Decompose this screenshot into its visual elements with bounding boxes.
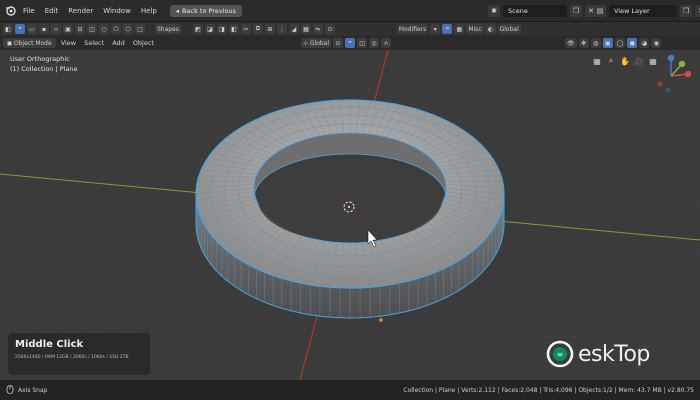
keycast-info: 2560x1440 / RAM 12GB / 2060s / 1060s / S…	[15, 355, 129, 360]
overlays-icon[interactable]: ◍	[590, 38, 601, 48]
new-scene-icon[interactable]: ❐	[570, 5, 582, 17]
keycast-key: Middle Click	[15, 339, 84, 350]
add-menu[interactable]: Add	[109, 39, 128, 47]
tool-header: ◧ ⌖ ▭ ▪ ▫ ▣ ⊟ ◫ ○ ⬠ ⬡ □ Shapes ◩ ◪ ◨ ◧ ✂…	[0, 22, 700, 36]
xray-icon[interactable]: ▣	[602, 38, 613, 48]
new-layer-icon[interactable]: ❐	[680, 5, 692, 17]
snap-toggle-icon[interactable]: ⌗	[442, 24, 453, 34]
misc-tab[interactable]: Misc	[466, 24, 484, 34]
camera-icon[interactable]: 🎥	[634, 56, 644, 66]
blender-logo-icon[interactable]	[4, 5, 16, 17]
orientation-icon: ⊹	[302, 39, 310, 47]
select-menu[interactable]: Select	[81, 39, 107, 47]
gizmo-icon[interactable]: ✥	[578, 38, 589, 48]
view-layer-selector: ▤ View Layer ❐ ✕	[594, 5, 700, 17]
global-dropdown[interactable]: Global	[497, 24, 521, 34]
torus-inner-floor	[258, 158, 442, 242]
object-mode-dropdown[interactable]: ◼ Object Mode	[3, 38, 56, 48]
editor-type-icon[interactable]: ◧	[3, 24, 13, 34]
scene-selector: ✱ Scene ❐ ✕	[488, 5, 597, 17]
quad-view-icon[interactable]: ▦	[592, 56, 602, 66]
join-mode-icon[interactable]: ◧	[228, 24, 239, 34]
top-menu-bar: File Edit Render Window Help ◂ Back to P…	[0, 0, 700, 22]
solidify-mode-icon[interactable]: ▦	[300, 24, 311, 34]
proportional-edit-icon[interactable]: ◎	[369, 38, 380, 48]
bevel-mode-icon[interactable]: ◢	[288, 24, 299, 34]
navigation-gizmo[interactable]	[646, 54, 696, 98]
select-mode-new-icon[interactable]: ▪	[39, 24, 49, 34]
select-mode-subtract-icon[interactable]: ▣	[63, 24, 73, 34]
delete-layer-icon[interactable]: ✕	[695, 5, 700, 17]
mouse-icon	[6, 384, 14, 396]
view-name: User Orthographic	[10, 55, 70, 63]
scene-icon[interactable]: ✱	[488, 5, 500, 17]
shape-circle-icon[interactable]: ○	[99, 24, 109, 34]
display-icon[interactable]: ◐	[485, 24, 496, 34]
view-menu[interactable]: View	[58, 39, 79, 47]
shapes-tab[interactable]: Shapes	[155, 24, 181, 34]
array-mode-icon[interactable]: ⋮	[276, 24, 287, 34]
back-to-previous-button[interactable]: ◂ Back to Previous	[169, 4, 242, 17]
gizmo-y-icon	[678, 60, 686, 68]
wireframe-shading-icon[interactable]: ◯	[614, 38, 626, 48]
falloff-icon[interactable]: ∩	[381, 38, 392, 48]
tweak-tool-icon[interactable]: ⌖	[15, 24, 25, 34]
gizmo-z-icon	[667, 54, 675, 62]
back-arrow-icon: ◂	[175, 6, 180, 15]
collection-info: (1) Collection | Plane	[10, 65, 78, 73]
solid-shading-icon[interactable]: ●	[627, 38, 638, 48]
scene-field[interactable]: Scene	[503, 5, 567, 17]
viewport-header: ◼ Object Mode View Select Add Object ⊹ G…	[0, 36, 700, 50]
rendered-shading-icon[interactable]: ◉	[651, 38, 662, 48]
object-mode-icon: ◼	[7, 39, 14, 47]
slice-mode-icon[interactable]: ◪	[204, 24, 215, 34]
orientation-dropdown[interactable]: ⊹ Global	[300, 38, 332, 48]
menu-window[interactable]: Window	[98, 0, 136, 22]
snap-target-icon[interactable]: ◫	[357, 38, 368, 48]
shape-ngon-icon[interactable]: ⬠	[111, 24, 121, 34]
keycast-overlay: Middle Click 2560x1440 / RAM 12GB / 2060…	[8, 333, 150, 375]
modifiers-tab[interactable]: Modifiers	[396, 24, 429, 34]
menu-file[interactable]: File	[18, 0, 40, 22]
make-mode-icon[interactable]: ⊞	[264, 24, 275, 34]
extract-mode-icon[interactable]: ⧉	[252, 24, 263, 34]
zoom-icon[interactable]: ⌕	[606, 56, 616, 66]
scene-statistics: Collection | Plane | Verts:2,112 | Faces…	[403, 386, 694, 394]
visibility-icon[interactable]: 👁	[565, 38, 577, 48]
material-shading-icon[interactable]: ◕	[639, 38, 650, 48]
knife-mode-icon[interactable]: ✂	[240, 24, 251, 34]
status-hint: Axis Snap	[18, 386, 48, 394]
viewport-scene	[0, 50, 700, 380]
status-bar: Axis Snap Collection | Plane | Verts:2,1…	[0, 380, 700, 400]
svg-text:∞: ∞	[557, 350, 564, 359]
menu-help[interactable]: Help	[136, 0, 162, 22]
grid-icon[interactable]: ▦	[454, 24, 465, 34]
object-menu[interactable]: Object	[130, 39, 157, 47]
cut-mode-icon[interactable]: ◩	[192, 24, 203, 34]
pivot-point-icon[interactable]: ⊙	[333, 38, 344, 48]
3d-viewport[interactable]: User Orthographic (1) Collection | Plane…	[0, 50, 700, 380]
view-layer-field[interactable]: View Layer	[609, 5, 677, 17]
object-origin	[379, 318, 383, 322]
modifier-dropdown-icon[interactable]: ▾	[430, 24, 441, 34]
shape-box-icon[interactable]: □	[135, 24, 145, 34]
watermark-logo: ∞ eskTop	[546, 340, 650, 368]
pivot-mode-icon[interactable]: ⊙	[324, 24, 335, 34]
inset-mode-icon[interactable]: ◨	[216, 24, 227, 34]
view-layer-icon[interactable]: ▤	[594, 5, 606, 17]
select-box-icon[interactable]: ▭	[27, 24, 37, 34]
watermark-d-icon: ∞	[546, 340, 574, 368]
gizmo-x-icon	[684, 70, 692, 78]
select-mode-extend-icon[interactable]: ▫	[51, 24, 61, 34]
snap-icon[interactable]: ⌖	[345, 38, 356, 48]
menu-render[interactable]: Render	[63, 0, 98, 22]
box-cutter-icon[interactable]: ⊟	[75, 24, 85, 34]
shape-custom-icon[interactable]: ⬡	[123, 24, 133, 34]
menu-edit[interactable]: Edit	[40, 0, 64, 22]
pan-hand-icon[interactable]: ✋	[620, 56, 630, 66]
mirror-mode-icon[interactable]: ⇋	[312, 24, 323, 34]
shape-mode-icon[interactable]: ◫	[87, 24, 97, 34]
